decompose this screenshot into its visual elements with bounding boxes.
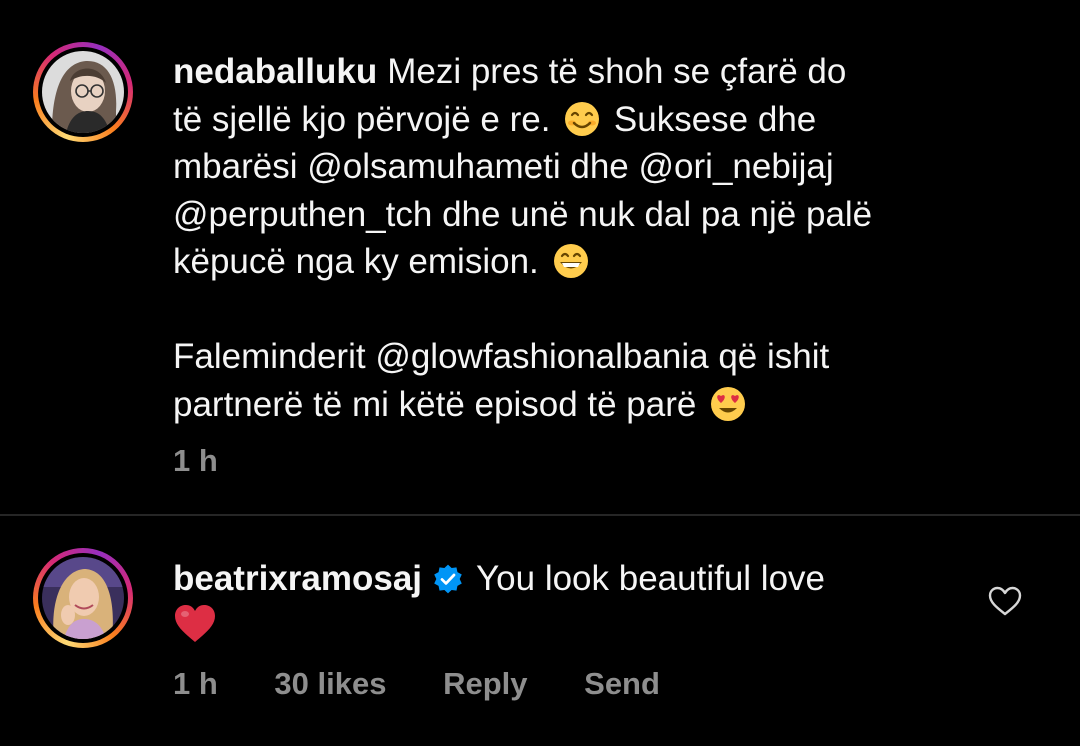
send-button[interactable]: Send [584, 666, 660, 701]
caption-line: partnerë të mi këtë episod të parë [173, 384, 697, 424]
caption-text: nedaballuku Mezi pres të shoh se çfarë do… [173, 48, 993, 428]
timestamp: 1 h [173, 443, 218, 478]
likes-count[interactable]: 30 likes [274, 666, 386, 701]
caption-line: këpucë nga ky emision. [173, 242, 539, 281]
comment-item: beatrixramosaj You look beautiful love 1… [0, 516, 1080, 746]
caption-line: Mezi pres të shoh se çfarë do [387, 52, 847, 91]
verified-badge-icon [434, 564, 462, 594]
caption-line: të sjellë kjo përvojë e re. [173, 99, 551, 139]
story-ring[interactable] [33, 548, 133, 648]
caption-comment: nedaballuku Mezi pres të shoh se çfarë do… [0, 0, 1080, 514]
caption-meta: 1 h [173, 443, 218, 479]
caption-username[interactable]: nedaballuku [173, 52, 377, 91]
avatar[interactable] [42, 557, 124, 639]
comment-body: You look beautiful love [476, 559, 826, 598]
comment-text: beatrixramosaj You look beautiful love [173, 555, 963, 650]
mention-link[interactable]: @ori_nebijaj [639, 147, 834, 186]
red-heart-emoji [175, 604, 215, 642]
mention-link[interactable]: @glowfashionalbania [375, 337, 708, 376]
like-heart-icon[interactable] [988, 586, 1022, 616]
grinning-face-emoji [553, 244, 588, 278]
mention-link[interactable]: @perputhen_tch [173, 195, 432, 234]
smiling-face-emoji [565, 101, 600, 136]
avatar[interactable] [42, 51, 124, 133]
timestamp: 1 h [173, 666, 218, 701]
reply-button[interactable]: Reply [443, 666, 527, 701]
caption-line: që ishit [718, 337, 830, 376]
caption-line: Faleminderit [173, 337, 366, 376]
mention-link[interactable]: @olsamuhameti [307, 147, 560, 186]
story-ring[interactable] [33, 42, 133, 142]
caption-line: Suksese dhe [613, 99, 817, 139]
caption-line: dhe [570, 147, 629, 186]
comment-username[interactable]: beatrixramosaj [173, 559, 422, 598]
caption-line: mbarësi [173, 147, 298, 186]
caption-line: dhe unë nuk dal pa një palë [442, 194, 873, 234]
comment-meta: 1 h 30 likes Reply Send [173, 666, 660, 702]
heart-eyes-emoji [711, 386, 746, 421]
